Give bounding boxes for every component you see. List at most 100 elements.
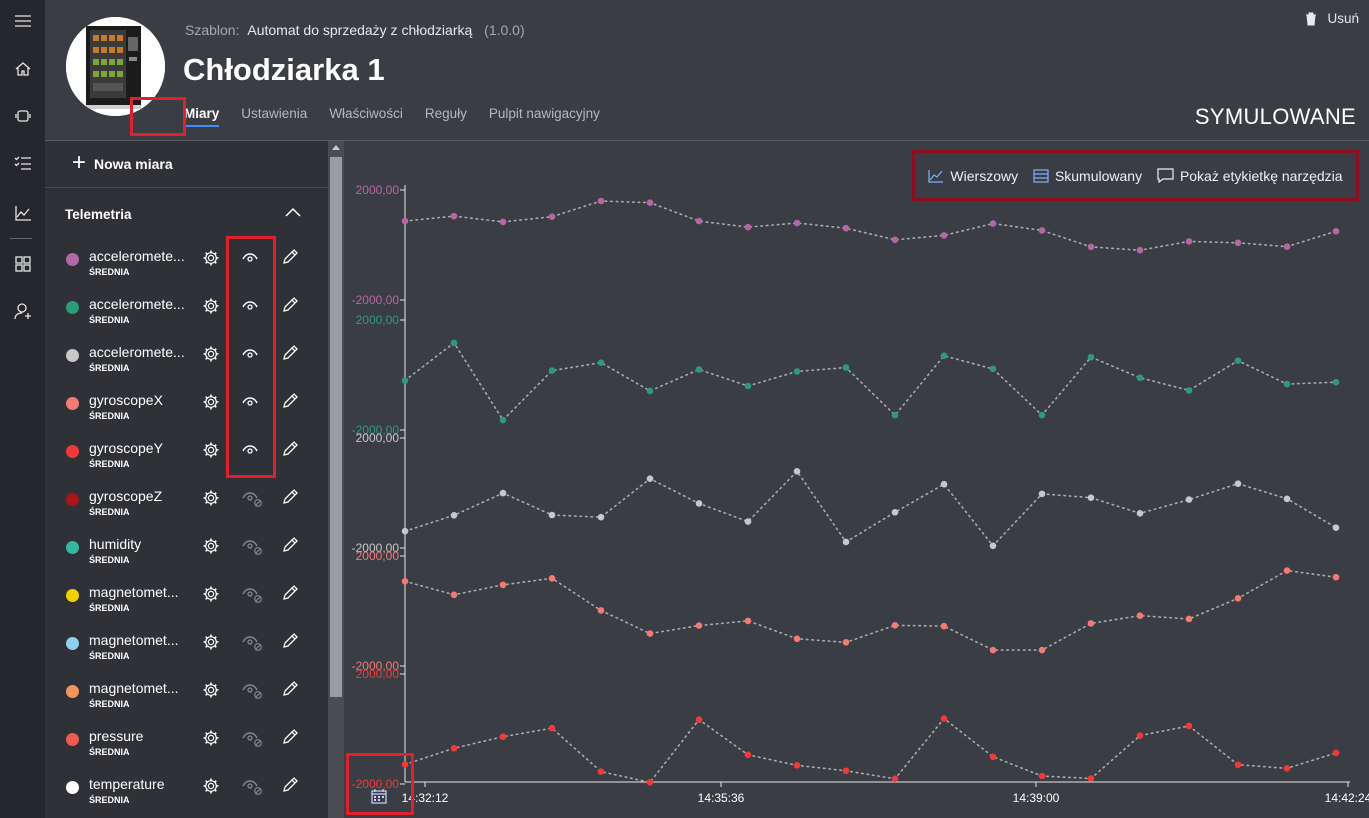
data-point	[499, 581, 507, 589]
series-line	[404, 470, 1337, 548]
tab-miary[interactable]: Miary	[184, 106, 220, 127]
tab-ustawienia[interactable]: Ustawienia	[241, 106, 307, 121]
measure-item[interactable]: humidity ŚREDNIA	[45, 526, 328, 574]
measures-sidebar: + Nowa miara Telemetria acceleromete... Ś…	[45, 141, 328, 818]
edit-pencil-icon[interactable]	[281, 488, 299, 511]
trash-icon	[1306, 12, 1317, 25]
hidden-eye-icon[interactable]	[241, 778, 265, 801]
edit-pencil-icon[interactable]	[281, 296, 299, 319]
data-point	[1283, 495, 1291, 503]
data-point	[1136, 246, 1144, 254]
data-point	[1038, 411, 1046, 419]
hamburger-menu-icon[interactable]	[0, 3, 45, 39]
measure-item[interactable]: magnetomet... ŚREDNIA	[45, 670, 328, 718]
measure-item[interactable]: magnetomet... ŚREDNIA	[45, 574, 328, 622]
chevron-up-icon[interactable]	[285, 207, 301, 217]
measure-name: magnetomet...	[89, 584, 179, 600]
settings-gear-icon[interactable]	[202, 441, 220, 464]
hidden-eye-icon[interactable]	[241, 586, 265, 609]
measure-aggregation: ŚREDNIA	[89, 747, 130, 757]
measure-name: gyroscopeZ	[89, 488, 163, 504]
data-point	[548, 724, 556, 732]
measure-name: magnetomet...	[89, 632, 179, 648]
rules-list-icon[interactable]	[0, 145, 45, 181]
data-point	[646, 779, 654, 786]
template-version: (1.0.0)	[484, 22, 525, 38]
template-name[interactable]: Automat do sprzedaży z chłodziarką	[247, 22, 472, 38]
show-tooltip-label: Pokaż etykietkę narzędzia	[1179, 167, 1343, 184]
stacked-chart-icon	[1033, 168, 1049, 183]
measure-item[interactable]: acceleromete... ŚREDNIA	[45, 334, 328, 382]
data-point	[548, 367, 556, 374]
tab-pulpit[interactable]: Pulpit nawigacyjny	[489, 106, 600, 121]
line-view-button[interactable]: Wierszowy	[928, 168, 1018, 184]
settings-gear-icon[interactable]	[202, 729, 220, 752]
measure-item[interactable]: gyroscopeZ ŚREDNIA	[45, 478, 328, 526]
delete-button[interactable]: Usuń	[1305, 11, 1359, 26]
home-icon[interactable]	[0, 51, 45, 87]
show-tooltip-button[interactable]: Pokaż etykietkę narzędzia	[1157, 168, 1343, 184]
stacked-view-button[interactable]: Skumulowany	[1033, 168, 1142, 184]
measure-item[interactable]: acceleromete... ŚREDNIA	[45, 238, 328, 286]
sidebar-scrollbar[interactable]	[328, 141, 344, 818]
settings-gear-icon[interactable]	[202, 345, 220, 368]
data-point	[1332, 227, 1340, 235]
analytics-icon[interactable]	[0, 195, 45, 231]
devices-icon[interactable]	[0, 98, 45, 134]
tab-wlasciwosci[interactable]: Właściwości	[329, 106, 403, 121]
settings-gear-icon[interactable]	[202, 681, 220, 704]
measure-item[interactable]: acceleromete... ŚREDNIA	[45, 286, 328, 334]
series-line	[404, 569, 1337, 651]
edit-pencil-icon[interactable]	[281, 632, 299, 655]
settings-gear-icon[interactable]	[202, 249, 220, 272]
calendar-icon[interactable]	[371, 788, 387, 804]
measure-aggregation: ŚREDNIA	[89, 699, 130, 709]
measure-aggregation: ŚREDNIA	[89, 411, 130, 421]
measure-item[interactable]: magnetomet... ŚREDNIA	[45, 622, 328, 670]
hidden-eye-icon[interactable]	[241, 682, 265, 705]
settings-gear-icon[interactable]	[202, 777, 220, 800]
settings-gear-icon[interactable]	[202, 633, 220, 656]
edit-pencil-icon[interactable]	[281, 536, 299, 559]
edit-pencil-icon[interactable]	[281, 392, 299, 415]
settings-gear-icon[interactable]	[202, 585, 220, 608]
measure-item[interactable]: gyroscopeY ŚREDNIA	[45, 430, 328, 478]
data-point	[499, 489, 507, 497]
data-point	[1038, 772, 1046, 780]
data-point	[891, 775, 899, 783]
measure-item[interactable]: gyroscopeX ŚREDNIA	[45, 382, 328, 430]
scroll-up-arrow-icon[interactable]	[332, 145, 340, 150]
measure-name: acceleromete...	[89, 344, 185, 360]
data-point	[940, 232, 948, 239]
hidden-eye-icon[interactable]	[241, 730, 265, 753]
settings-gear-icon[interactable]	[202, 393, 220, 416]
data-point	[940, 715, 948, 722]
edit-pencil-icon[interactable]	[281, 440, 299, 463]
data-point	[989, 365, 997, 373]
edit-pencil-icon[interactable]	[281, 776, 299, 799]
settings-gear-icon[interactable]	[202, 297, 220, 320]
settings-gear-icon[interactable]	[202, 537, 220, 560]
measure-item[interactable]: temperature ŚREDNIA	[45, 766, 328, 814]
dashboard-grid-icon[interactable]	[0, 246, 45, 282]
scroll-thumb[interactable]	[330, 157, 342, 697]
data-point	[401, 527, 409, 535]
measure-item[interactable]: pressure ŚREDNIA	[45, 718, 328, 766]
data-point	[597, 513, 605, 521]
new-measure-button[interactable]: + Nowa miara	[45, 141, 328, 188]
telemetry-section-header[interactable]: Telemetria	[45, 199, 328, 229]
hidden-eye-icon[interactable]	[241, 538, 265, 561]
template-line: Szablon: Automat do sprzedaży z chłodzia…	[185, 22, 525, 38]
edit-pencil-icon[interactable]	[281, 680, 299, 703]
data-point	[695, 622, 703, 629]
hidden-eye-icon[interactable]	[241, 490, 265, 513]
tab-reguly[interactable]: Reguły	[425, 106, 467, 121]
edit-pencil-icon[interactable]	[281, 584, 299, 607]
edit-pencil-icon[interactable]	[281, 728, 299, 751]
edit-pencil-icon[interactable]	[281, 344, 299, 367]
hidden-eye-icon[interactable]	[241, 634, 265, 657]
data-point	[548, 574, 556, 582]
user-admin-icon[interactable]	[0, 293, 45, 329]
edit-pencil-icon[interactable]	[281, 248, 299, 271]
settings-gear-icon[interactable]	[202, 489, 220, 512]
